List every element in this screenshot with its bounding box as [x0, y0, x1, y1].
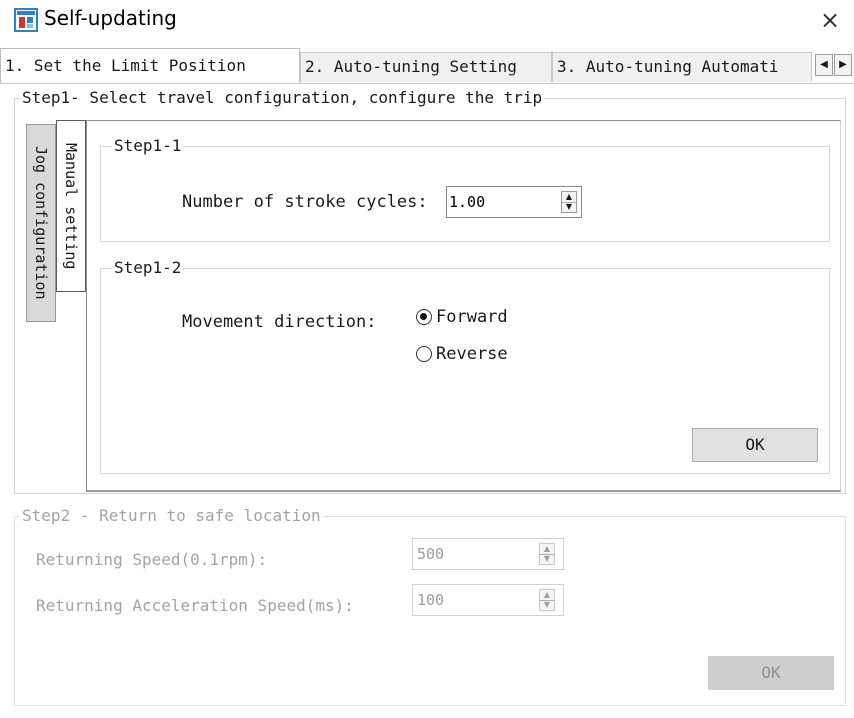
app-icon: [14, 8, 38, 32]
returning-speed-input[interactable]: [417, 543, 517, 565]
step2-group-title: Step2 - Return to safe location: [20, 506, 323, 526]
forward-radio-label: Forward: [436, 307, 508, 327]
stroke-cycles-spinbox: ▲ ▼: [446, 186, 582, 218]
reverse-radio[interactable]: Reverse: [416, 344, 508, 364]
tab-panel-divider: [0, 83, 854, 84]
step1-ok-button[interactable]: OK: [692, 428, 818, 462]
step1-2-group-title: Step1-2: [112, 258, 184, 278]
tab-auto-tuning-setting[interactable]: 2. Auto-tuning Setting: [300, 52, 552, 82]
forward-radio[interactable]: Forward: [416, 307, 508, 327]
tab-auto-tuning-automatic[interactable]: 3. Auto-tuning Automati: [552, 52, 812, 82]
stroke-cycles-spinner: ▲ ▼: [561, 191, 577, 213]
returning-acceleration-spinner: ▲ ▼: [539, 589, 555, 611]
returning-acceleration-spinbox: ▲ ▼: [412, 584, 564, 616]
step1-group-title: Step1- Select travel configuration, conf…: [20, 88, 545, 108]
returning-speed-label: Returning Speed(0.1rpm):: [36, 550, 268, 569]
spin-down-icon[interactable]: ▼: [540, 554, 554, 564]
vtab-jog-configuration[interactable]: Jog configuration: [26, 124, 56, 322]
spin-down-icon[interactable]: ▼: [540, 600, 554, 610]
returning-speed-spinner: ▲ ▼: [539, 543, 555, 565]
step1-1-group-title: Step1-1: [112, 136, 184, 156]
spin-down-icon[interactable]: ▼: [562, 202, 576, 212]
tab-scroll-right-icon[interactable]: ▶: [834, 54, 852, 76]
returning-acceleration-label: Returning Acceleration Speed(ms):: [36, 596, 354, 615]
tab-scroll-left-icon[interactable]: ◀: [815, 54, 833, 76]
reverse-radio-label: Reverse: [436, 344, 508, 364]
tab-set-limit-position[interactable]: 1. Set the Limit Position: [0, 48, 300, 84]
returning-speed-spinbox: ▲ ▼: [412, 538, 564, 570]
radio-checked-icon: [416, 309, 432, 325]
returning-acceleration-input[interactable]: [417, 589, 517, 611]
vtab-manual-setting[interactable]: Manual setting: [56, 120, 86, 292]
step2-ok-button[interactable]: OK: [708, 656, 834, 690]
stroke-cycles-input[interactable]: [449, 189, 549, 215]
window-title: Self-updating: [44, 6, 177, 30]
movement-direction-label: Movement direction:: [182, 312, 377, 332]
stroke-cycles-label: Number of stroke cycles:: [182, 192, 428, 212]
close-icon[interactable]: ×: [812, 4, 848, 36]
radio-unchecked-icon: [416, 346, 432, 362]
